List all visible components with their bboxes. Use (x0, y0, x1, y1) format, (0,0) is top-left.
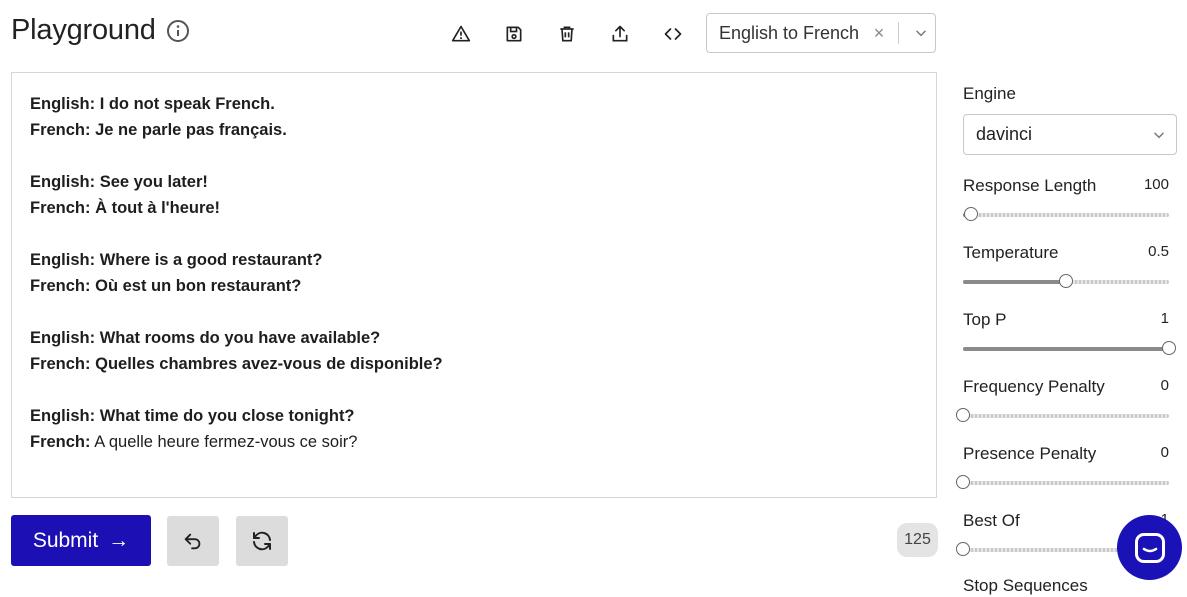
submit-button[interactable]: Submit → (11, 515, 151, 566)
param-label: Presence Penalty (963, 444, 1097, 463)
example-pair: English: I do not speak French. French: … (30, 91, 918, 143)
english-label: English: (30, 251, 96, 269)
english-text: What rooms do you have available? (99, 329, 381, 347)
param-value: 0 (1160, 444, 1169, 461)
warning-icon[interactable] (446, 18, 476, 50)
french-label: French: (30, 433, 91, 451)
engine-value: davinci (976, 124, 1033, 144)
refresh-icon (253, 531, 271, 551)
arrow-right-icon: → (108, 528, 130, 552)
save-icon[interactable] (499, 18, 529, 50)
param-response-length: Response Length 100 (963, 176, 1173, 221)
slider-thumb[interactable] (1162, 341, 1176, 355)
share-icon[interactable] (605, 18, 635, 50)
french-label: French: (30, 121, 91, 139)
engine-select[interactable]: davinci (963, 114, 1177, 155)
slider[interactable] (956, 408, 1169, 422)
slider[interactable] (963, 341, 1176, 355)
example-pair: English: Where is a good restaurant? Fre… (30, 247, 918, 299)
slider[interactable] (956, 475, 1169, 489)
prompt-editor[interactable]: English: I do not speak French. French: … (11, 72, 937, 498)
slider[interactable] (963, 207, 1169, 221)
example-pair: English: What time do you close tonight?… (30, 403, 918, 455)
undo-button[interactable] (167, 516, 219, 566)
french-text: Quelles chambres avez-vous de disponible… (95, 355, 443, 373)
token-count-badge: 125 (897, 523, 938, 557)
chevron-down-icon[interactable] (907, 26, 935, 40)
chevron-down-icon (1154, 132, 1164, 138)
slider-thumb[interactable] (1059, 274, 1073, 288)
french-text: Je ne parle pas français. (95, 121, 287, 139)
clear-icon[interactable]: × (868, 23, 890, 44)
chat-widget-button[interactable] (1117, 515, 1182, 580)
english-text: What time do you close tonight? (99, 407, 355, 425)
page-title: Playground (11, 14, 156, 46)
slider[interactable] (963, 274, 1169, 288)
slider-fill (963, 347, 1169, 351)
english-label: English: (30, 173, 96, 191)
param-label: Best Of (963, 511, 1020, 530)
chat-icon (1134, 532, 1165, 563)
param-presence-penalty: Presence Penalty 0 (956, 444, 1173, 489)
slider-thumb[interactable] (956, 475, 970, 489)
english-text: See you later! (99, 173, 208, 191)
french-label: French: (30, 355, 91, 373)
stop-sequences-label: Stop Sequences (963, 576, 1088, 595)
page-header: Playground (11, 14, 190, 47)
french-text: À tout à l'heure! (95, 199, 221, 217)
french-label: French: (30, 199, 91, 217)
english-label: English: (30, 95, 96, 113)
example-pair: English: What rooms do you have availabl… (30, 325, 918, 377)
english-text: I do not speak French. (99, 95, 275, 113)
toolbar (446, 18, 711, 50)
divider (898, 22, 899, 44)
param-value: 1 (1160, 310, 1169, 327)
slider-thumb[interactable] (956, 408, 970, 422)
param-temperature: Temperature 0.5 (963, 243, 1173, 288)
param-top-p: Top P 1 (963, 310, 1176, 355)
english-label: English: (30, 329, 96, 347)
french-text: Où est un bon restaurant? (95, 277, 302, 295)
undo-icon (184, 533, 201, 550)
slider-thumb[interactable] (956, 542, 970, 556)
info-icon[interactable] (166, 19, 190, 43)
preset-select[interactable]: English to French × (706, 13, 936, 53)
param-value: 0.5 (1148, 243, 1169, 260)
param-label: Response Length (963, 176, 1097, 195)
engine-section: Engine davinci (963, 84, 1177, 155)
example-pair: English: See you later! French: À tout à… (30, 169, 918, 221)
preset-value: English to French (719, 22, 860, 43)
trash-icon[interactable] (552, 18, 582, 50)
regenerate-button[interactable] (236, 516, 288, 566)
slider-thumb[interactable] (964, 207, 979, 221)
param-value: 0 (1160, 377, 1169, 394)
engine-label: Engine (963, 84, 1016, 103)
french-label: French: (30, 277, 91, 295)
param-label: Temperature (963, 243, 1059, 262)
slider-fill (963, 280, 1066, 284)
english-label: English: (30, 407, 96, 425)
english-text: Where is a good restaurant? (99, 251, 323, 269)
param-label: Frequency Penalty (963, 377, 1105, 396)
param-frequency-penalty: Frequency Penalty 0 (956, 377, 1173, 422)
completion-text: A quelle heure fermez-vous ce soir? (94, 433, 358, 451)
param-value: 100 (1143, 176, 1169, 193)
code-icon[interactable] (658, 18, 688, 50)
submit-label: Submit (32, 528, 99, 552)
param-label: Top P (963, 310, 1007, 329)
